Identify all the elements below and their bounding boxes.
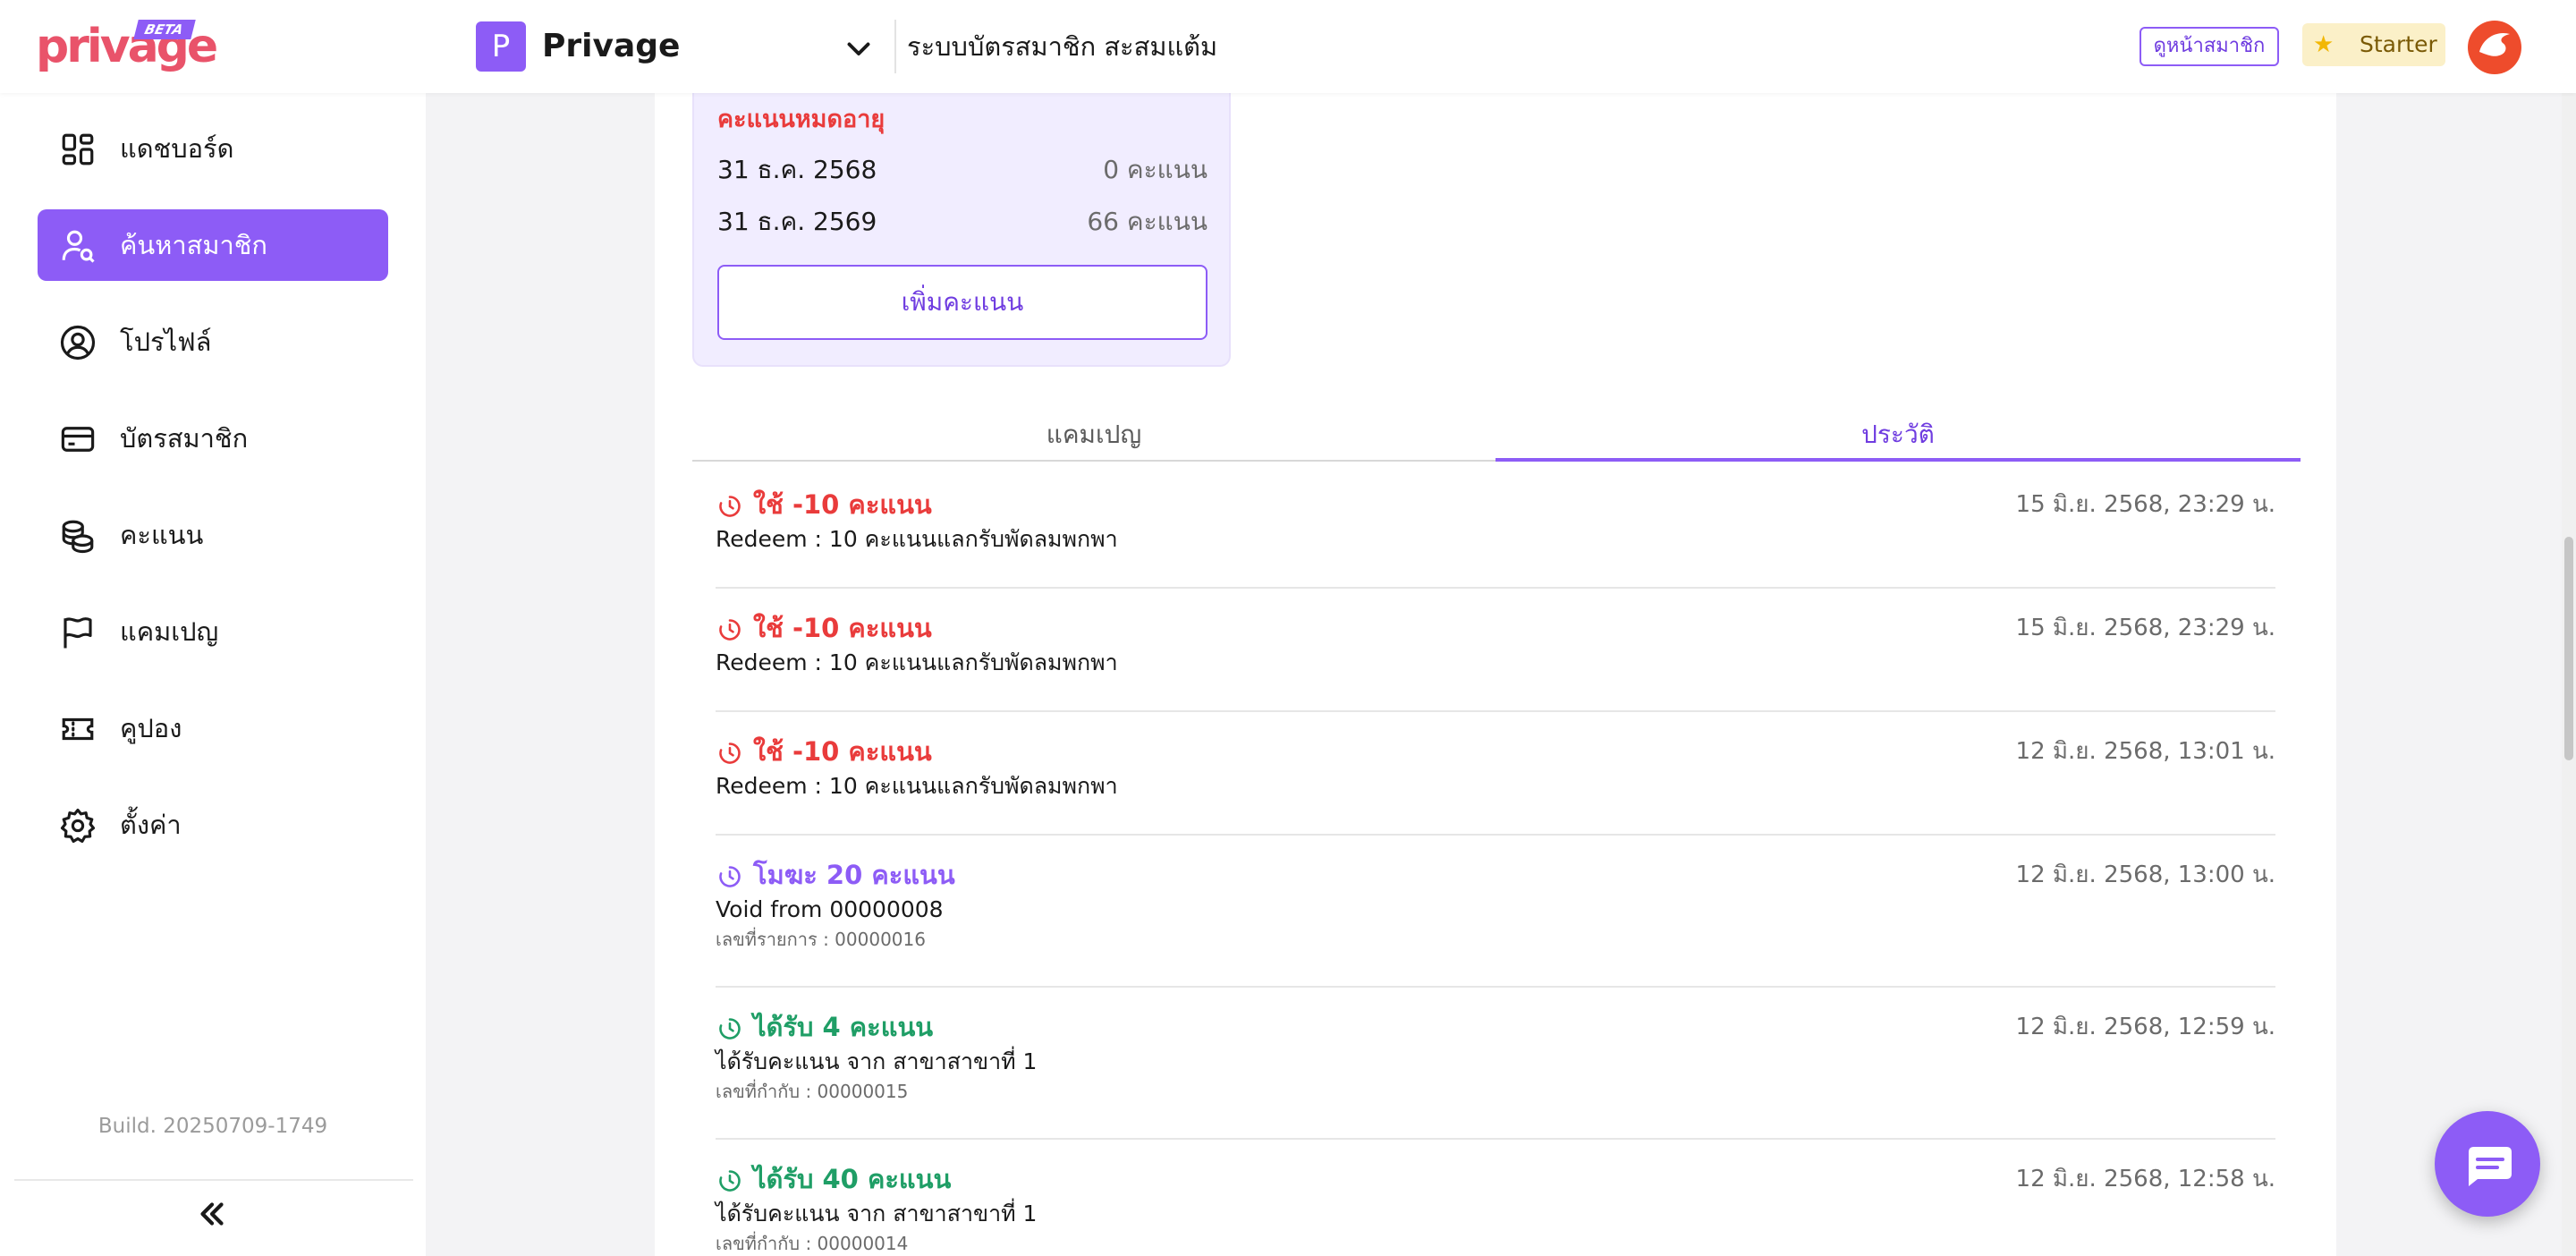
history-item: ใช้ -10 คะแนน 12 มิ.ย. 2568, 13:01 น. Re… [716, 712, 2275, 836]
history-reference: เลขที่กำกับ : 00000014 [716, 1233, 909, 1254]
view-member-page-button[interactable]: ดูหน้าสมาชิก [2140, 27, 2279, 66]
add-points-button[interactable]: เพิ่มคะแนน [717, 265, 1208, 340]
history-item: ใช้ -10 คะแนน 15 มิ.ย. 2568, 23:29 น. Re… [716, 465, 2275, 589]
history-time: 12 มิ.ย. 2568, 12:59 น. [2015, 1014, 2275, 1040]
flag-icon [64, 617, 92, 649]
history-time: 12 มิ.ย. 2568, 13:00 น. [2015, 861, 2275, 888]
history-time: 12 มิ.ย. 2568, 12:58 น. [2015, 1166, 2275, 1192]
sidebar-item-label: ตั้งค่า [120, 810, 182, 840]
user-search-icon [62, 230, 95, 263]
chat-support-button[interactable] [2435, 1111, 2540, 1217]
history-use-icon [719, 743, 741, 764]
sidebar-item-label: บัตรสมาชิก [120, 423, 249, 454]
gear-icon [60, 808, 96, 844]
history-reference: เลขที่รายการ : 00000016 [716, 929, 926, 950]
chat-icon [2469, 1147, 2512, 1186]
history-title: ได้รับ 4 คะแนน [753, 1012, 934, 1042]
star-icon: ★ [2313, 31, 2334, 58]
build-version: Build. 20250709-1749 [97, 1115, 328, 1138]
sidebar: แดชบอร์ด ค้นหาสมาชิก โปรไฟล์ บัตรสมาชิก [0, 93, 426, 1256]
sidebar-item-label: คูปอง [120, 713, 182, 743]
sidebar-item-points[interactable]: คะแนน [38, 499, 388, 571]
history-title: ใช้ -10 คะแนน [753, 613, 932, 643]
points-summary-card: คะแนนหมดอายุ 31 ธ.ค. 2568 0 คะแนน 31 ธ.ค… [692, 93, 1231, 367]
history-description: Redeem : 10 คะแนนแลกรับพัดลมพกพา [716, 649, 1118, 675]
history-title: ใช้ -10 คะแนน [753, 489, 932, 520]
dashboard-icon [62, 133, 94, 165]
expiry-points: 66 คะแนน [1087, 207, 1208, 236]
history-item: ได้รับ 4 คะแนน 12 มิ.ย. 2568, 12:59 น. ไ… [716, 988, 2275, 1140]
workspace-name[interactable]: Privage [542, 21, 680, 72]
profile-icon [60, 325, 96, 361]
history-title: โมฆะ 20 คะแนน [753, 860, 955, 890]
coins-icon [62, 520, 94, 554]
history-earn-icon [719, 1018, 741, 1040]
sidebar-item-campaign[interactable]: แคมเปญ [38, 596, 388, 667]
sidebar-item-member-search[interactable]: ค้นหาสมาชิก [38, 209, 388, 281]
sidebar-item-dashboard[interactable]: แดชบอร์ด [38, 113, 388, 184]
privage-logo[interactable]: privage BETA [36, 20, 218, 73]
sidebar-item-coupon[interactable]: คูปอง [38, 692, 388, 764]
sidebar-item-label: แคมเปญ [120, 616, 219, 647]
history-description: ได้รับคะแนน จาก สาขาสาขาที่ 1 [716, 1201, 1038, 1226]
sidebar-item-label: ค้นหาสมาชิก [120, 230, 267, 260]
user-avatar-icon[interactable] [2467, 20, 2522, 75]
top-bar: privage BETA P Privage ระบบบัตรสมาชิก สะ… [0, 0, 2576, 93]
history-earn-icon [719, 1170, 741, 1192]
beta-badge: BETA [133, 20, 197, 39]
ticket-icon [62, 717, 94, 741]
plan-label: Starter [2360, 31, 2437, 57]
chevron-down-icon[interactable] [843, 32, 875, 64]
sidebar-item-label: คะแนน [120, 520, 204, 550]
history-title: ได้รับ 40 คะแนน [753, 1164, 952, 1194]
top-divider [894, 20, 896, 73]
history-description: Void from 00000008 [716, 896, 944, 922]
expiry-date: 31 ธ.ค. 2568 [717, 155, 877, 184]
history-reference: เลขที่กำกับ : 00000015 [716, 1081, 909, 1102]
expiring-points-row: 31 ธ.ค. 2568 0 คะแนน [717, 150, 1208, 190]
sidebar-item-label: โปรไฟล์ [120, 327, 212, 357]
history-item: ใช้ -10 คะแนน 15 มิ.ย. 2568, 23:29 น. Re… [716, 589, 2275, 712]
history-use-icon [719, 496, 741, 517]
sidebar-item-profile[interactable]: โปรไฟล์ [38, 306, 388, 378]
scrollbar-thumb[interactable] [2564, 537, 2573, 760]
history-description: Redeem : 10 คะแนนแลกรับพัดลมพกพา [716, 526, 1118, 552]
history-description: ได้รับคะแนน จาก สาขาสาขาที่ 1 [716, 1048, 1038, 1074]
expiring-points-title: คะแนนหมดอายุ [717, 106, 886, 133]
system-title: ระบบบัตรสมาชิก สะสมแต้ม [907, 31, 1218, 62]
history-description: Redeem : 10 คะแนนแลกรับพัดลมพกพา [716, 773, 1118, 799]
sidebar-divider [14, 1179, 413, 1181]
history-time: 12 มิ.ย. 2568, 13:01 น. [2015, 738, 2275, 765]
sidebar-item-settings[interactable]: ตั้งค่า [38, 789, 388, 861]
history-item: โมฆะ 20 คะแนน 12 มิ.ย. 2568, 13:00 น. Vo… [716, 836, 2275, 988]
workspace-avatar[interactable]: P [476, 21, 526, 72]
expiry-date: 31 ธ.ค. 2569 [717, 207, 877, 236]
sidebar-item-member-card[interactable]: บัตรสมาชิก [38, 403, 388, 474]
card-icon [61, 427, 95, 452]
tab-history[interactable]: ประวัติ [1496, 408, 2301, 462]
history-item: ได้รับ 40 คะแนน 12 มิ.ย. 2568, 12:58 น. … [716, 1140, 2275, 1256]
tab-campaign[interactable]: แคมเปญ [692, 408, 1496, 462]
history-title: ใช้ -10 คะแนน [753, 736, 932, 767]
app-root: privage BETA P Privage ระบบบัตรสมาชิก สะ… [0, 0, 2576, 1256]
history-use-icon [719, 619, 741, 641]
history-void-icon [719, 866, 741, 887]
plan-badge[interactable]: ★ Starter [2302, 23, 2445, 66]
history-time: 15 มิ.ย. 2568, 23:29 น. [2015, 615, 2275, 641]
history-time: 15 มิ.ย. 2568, 23:29 น. [2015, 491, 2275, 518]
sidebar-item-label: แดชบอร์ด [120, 133, 234, 164]
collapse-sidebar-icon[interactable] [193, 1195, 231, 1233]
expiring-points-row: 31 ธ.ค. 2569 66 คะแนน [717, 202, 1208, 242]
detail-tabs: แคมเปญ ประวัติ [692, 408, 2301, 463]
expiry-points: 0 คะแนน [1103, 155, 1208, 184]
